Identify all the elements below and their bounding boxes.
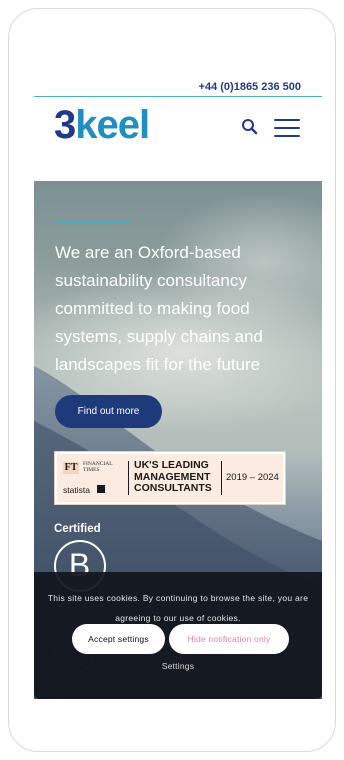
accent-line [55,221,130,223]
search-button[interactable] [240,117,260,137]
ft-logo: FT [63,462,79,474]
statista-mark-icon [97,485,105,493]
phone-number-link[interactable]: +44 (0)1865 236 500 [34,81,322,93]
cookie-banner: This site uses cookies. By continuing to… [34,572,322,699]
award-title: UK'S LEADING MANAGEMENT CONSULTANTS [134,459,212,494]
header-rule [34,96,322,97]
phone-frame: +44 (0)1865 236 500 3keel We are an Oxfo… [8,8,336,752]
site-logo[interactable]: 3keel [54,102,150,148]
badge-divider [128,461,129,495]
ft-award-badge: FT FINANCIAL TIMES statista UK'S LEADING… [54,451,286,505]
cookie-settings-link[interactable]: Settings [34,661,322,671]
page-screen: +44 (0)1865 236 500 3keel We are an Oxfo… [34,9,322,751]
logo-part-2: keel [75,103,150,147]
hero-tagline: We are an Oxford-based sustainability co… [55,243,263,374]
hide-notification-button[interactable]: Hide notification only [169,624,289,654]
award-years: 2019 – 2024 [226,472,279,483]
statista-logo: statista [63,485,90,495]
find-out-more-button[interactable]: Find out more [55,395,162,428]
search-icon [242,119,258,135]
badge-divider [221,461,222,495]
phone-number[interactable]: +44 (0)1865 236 500 [199,81,301,93]
menu-button[interactable] [272,115,302,139]
logo-part-1: 3 [54,103,76,147]
cookie-message: This site uses cookies. By continuing to… [47,593,309,623]
accept-settings-button[interactable]: Accept settings [72,624,165,654]
ft-name: FINANCIAL TIMES [83,461,113,473]
cookie-actions: Accept settings Hide notification only [72,624,292,654]
certified-label: Certified [54,523,101,535]
